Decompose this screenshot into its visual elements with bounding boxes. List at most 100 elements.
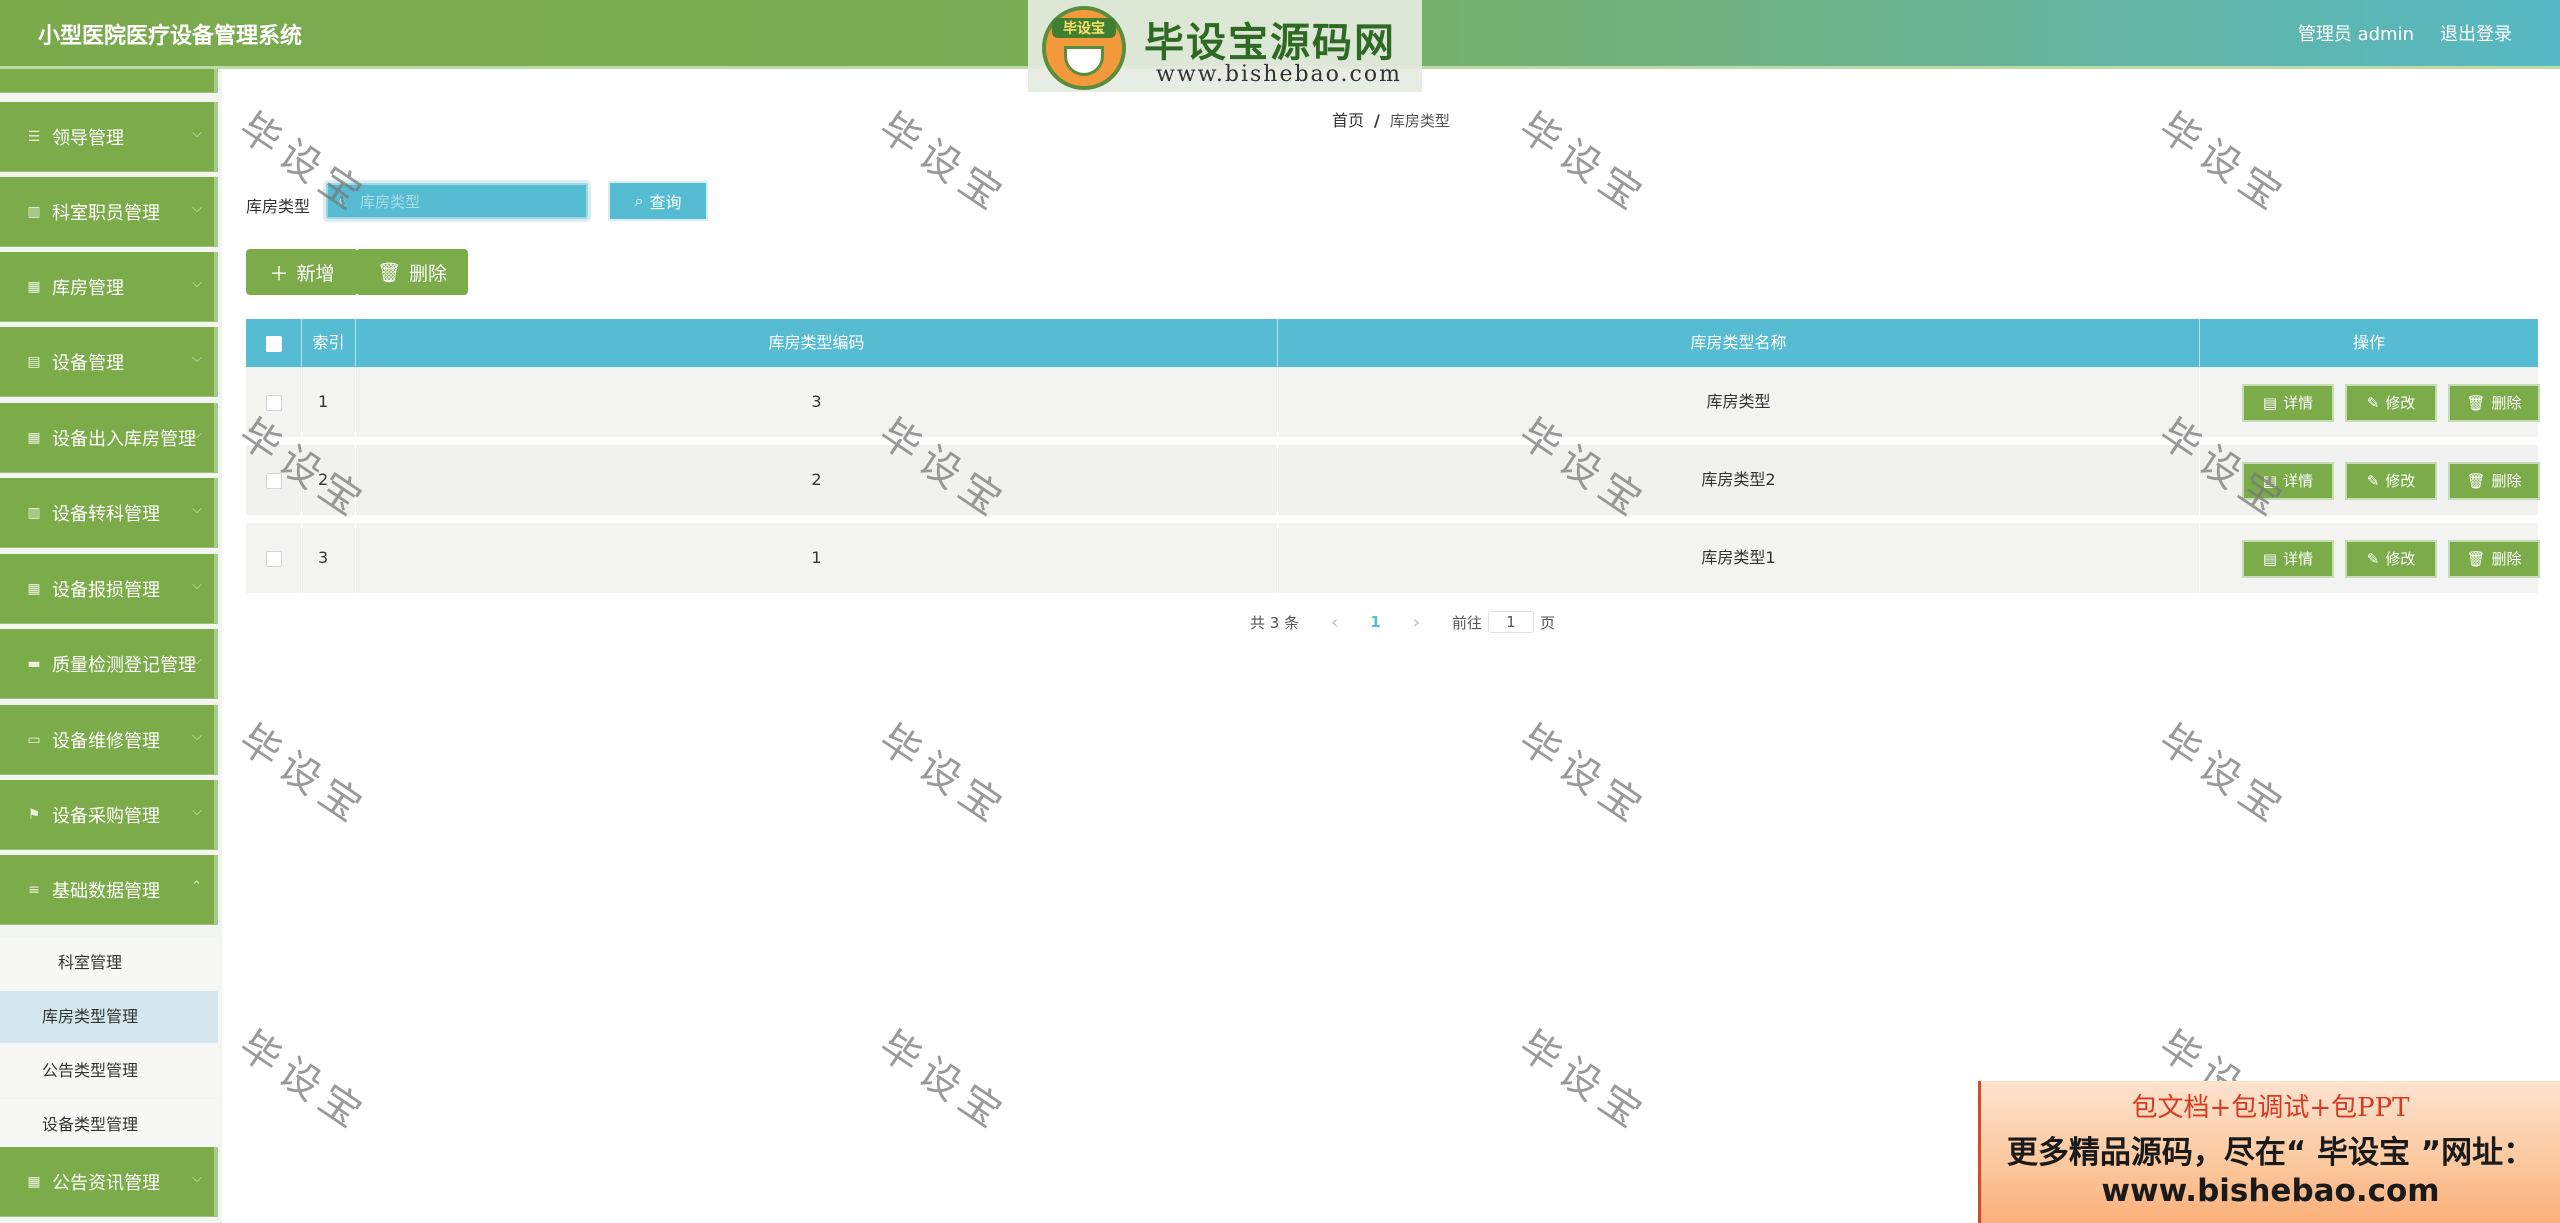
row-checkbox[interactable]	[265, 394, 282, 411]
sidebar-item-device-inout[interactable]: ▦ 设备出入库房管理 ⌵	[0, 403, 218, 473]
sidebar-item-quality[interactable]: ▬ 质量检测登记管理 ⌵	[0, 629, 218, 699]
app-title: 小型医院医疗设备管理系统	[38, 24, 303, 49]
document-icon: ▤	[2262, 549, 2278, 568]
main-content: 首页 / 库房类型 库房类型 ⌕ ⌕ 查询 ＋ 新增 🗑 删除 索引 库房类型编码 …	[222, 69, 2560, 1223]
row-select-cell	[246, 445, 302, 515]
detail-button[interactable]: ▤ 详情	[2242, 462, 2334, 500]
query-button[interactable]: ⌕ 查询	[608, 181, 708, 221]
sidebar-item-label: 质量检测登记管理	[52, 654, 196, 676]
edit-label: 修改	[2385, 393, 2416, 412]
sidebar-subitem-department[interactable]: 科室管理	[0, 937, 218, 989]
add-button[interactable]: ＋ 新增	[246, 249, 358, 295]
search-icon: ⌕	[338, 193, 346, 209]
edit-label: 修改	[2385, 471, 2416, 490]
sidebar-item-warehouse[interactable]: ▦ 库房管理 ⌵	[0, 252, 218, 322]
row-checkbox[interactable]	[265, 472, 282, 489]
sidebar-item-label: 科室职员管理	[52, 202, 160, 224]
breadcrumb-home[interactable]: 首页	[1332, 111, 1364, 130]
sidebar-item-label: 设备报损管理	[52, 579, 160, 601]
pencil-icon: ✎	[2366, 471, 2380, 490]
detail-button[interactable]: ▤ 详情	[2242, 540, 2334, 578]
sidebar-item-notice[interactable]: ▦ 公告资讯管理 ⌵	[0, 1147, 218, 1217]
sidebar-item-label: 领导管理	[52, 127, 124, 149]
batch-delete-label: 删除	[409, 262, 448, 285]
prev-page-icon[interactable]: ‹	[1331, 612, 1338, 633]
pencil-icon: ✎	[2366, 393, 2380, 412]
chevron-down-icon: ⌵	[192, 351, 202, 366]
edit-button[interactable]: ✎ 修改	[2345, 462, 2437, 500]
delete-button[interactable]: 🗑 删除	[2448, 462, 2540, 500]
sidebar-subitem-notice-type[interactable]: 公告类型管理	[0, 1045, 218, 1097]
delete-label: 删除	[2491, 549, 2522, 568]
list-icon: ≡	[28, 881, 40, 898]
select-all-checkbox[interactable]	[265, 335, 282, 352]
trash-icon: 🗑	[376, 261, 402, 284]
edit-button[interactable]: ✎ 修改	[2345, 384, 2437, 422]
sidebar-item-staff[interactable]: ▥ 科室职员管理 ⌵	[0, 177, 218, 247]
sidebar-subitem-warehouse-type[interactable]: 库房类型管理	[0, 991, 218, 1043]
detail-button[interactable]: ▤ 详情	[2242, 384, 2334, 422]
chevron-down-icon: ⌵	[192, 276, 202, 291]
sidebar: ☰ 领导管理 ⌵ ▥ 科室职员管理 ⌵ ▦ 库房管理 ⌵ ▤ 设备管理 ⌵ ▦ …	[0, 69, 222, 1223]
grid-icon: ▦	[27, 278, 41, 295]
admin-user-label: 管理员 admin	[2297, 24, 2414, 45]
goto-suffix: 页	[1539, 613, 1555, 632]
bar-chart-icon: ▥	[27, 203, 41, 220]
next-page-icon[interactable]: ›	[1413, 612, 1420, 633]
goto-prefix: 前往	[1451, 613, 1482, 632]
row-select-cell	[246, 523, 302, 593]
sidebar-item-label: 设备管理	[52, 352, 124, 374]
cell-index: 3	[302, 523, 356, 593]
plus-icon: ＋	[269, 262, 289, 285]
sidebar-item-label: 库房管理	[52, 277, 124, 299]
sidebar-item-basic-data[interactable]: ≡ 基础数据管理 ⌃	[0, 855, 218, 925]
delete-button[interactable]: 🗑 删除	[2448, 540, 2540, 578]
sidebar-item-purchase[interactable]: ⚑ 设备采购管理 ⌵	[0, 780, 218, 850]
sidebar-item-device-damage[interactable]: ▦ 设备报损管理 ⌵	[0, 554, 218, 624]
sidebar-item-device-transfer[interactable]: ▥ 设备转科管理 ⌵	[0, 478, 218, 548]
sidebar-item-device[interactable]: ▤ 设备管理 ⌵	[0, 327, 218, 397]
logout-button[interactable]: 退出登录	[2440, 20, 2512, 46]
column-header-actions: 操作	[2352, 333, 2385, 352]
document-icon: ▤	[2262, 393, 2278, 412]
bar-chart-icon: ▥	[27, 504, 41, 521]
breadcrumb-current: 库房类型	[1389, 112, 1450, 130]
detail-label: 详情	[2283, 393, 2314, 412]
sidebar-item-leader[interactable]: ☰ 领导管理 ⌵	[0, 102, 218, 172]
chevron-down-icon: ⌵	[192, 804, 202, 819]
page-number-current[interactable]: 1	[1370, 613, 1380, 631]
sidebar-subitem-device-type[interactable]: 设备类型管理	[0, 1099, 218, 1151]
grid-icon: ▦	[27, 429, 41, 446]
breadcrumb-separator: /	[1374, 111, 1380, 130]
row-checkbox[interactable]	[265, 550, 282, 567]
cell-name: 库房类型2	[1278, 445, 2200, 515]
table-row: 3 1 库房类型1 ▤ 详情 ✎ 修改 🗑 删除	[246, 523, 2540, 597]
sidebar-item-partial[interactable]	[0, 69, 218, 93]
cell-index: 1	[302, 367, 356, 437]
goto-page-input[interactable]	[1487, 611, 1534, 633]
sidebar-item-label: 基础数据管理	[52, 880, 160, 902]
edit-button[interactable]: ✎ 修改	[2345, 540, 2437, 578]
cell-name: 库房类型	[1278, 367, 2200, 437]
flag-icon: ⚑	[27, 806, 41, 823]
column-header-name: 库房类型名称	[1278, 319, 2200, 367]
batch-delete-button[interactable]: 🗑 删除	[356, 249, 468, 295]
sidebar-item-repair[interactable]: ▭ 设备维修管理 ⌵	[0, 705, 218, 775]
clipboard-icon: ▤	[27, 353, 41, 370]
breadcrumb: 首页 / 库房类型	[1332, 107, 1450, 131]
message-icon: ▬	[27, 655, 41, 672]
chevron-down-icon: ⌵	[192, 126, 202, 141]
trash-icon: 🗑	[2466, 471, 2486, 490]
add-button-label: 新增	[296, 262, 335, 285]
promo-banner[interactable]: 包文档+包调试+包PPT 更多精品源码，尽在“ 毕设宝 ”网址： www.bis…	[1978, 1081, 2560, 1223]
column-header-index: 索引	[302, 319, 356, 367]
delete-label: 删除	[2491, 393, 2522, 412]
detail-label: 详情	[2283, 471, 2314, 490]
delete-button[interactable]: 🗑 删除	[2448, 384, 2540, 422]
search-field[interactable]: ⌕	[323, 180, 591, 222]
table-row: 1 3 库房类型 ▤ 详情 ✎ 修改 🗑 删除	[246, 367, 2540, 441]
search-input[interactable]	[358, 191, 582, 213]
monitor-icon: ▭	[27, 731, 41, 748]
row-select-cell	[246, 367, 302, 437]
chevron-down-icon: ⌵	[192, 653, 202, 668]
